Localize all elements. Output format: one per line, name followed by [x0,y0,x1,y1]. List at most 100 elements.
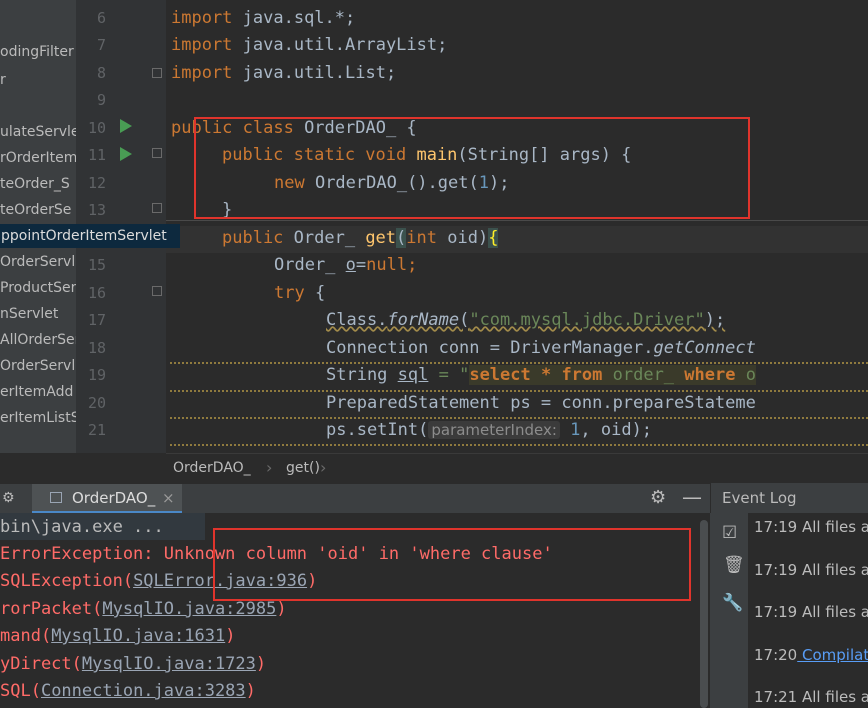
line-number: 17 [87,311,106,329]
tab-run-orderdao[interactable]: OrderDAO_ × [32,484,182,514]
code-text: = [355,255,367,275]
event-log-entry: 17:19 All files ar [754,603,868,621]
tree-item[interactable]: teOrderSe [0,198,71,222]
code-text: String [326,365,398,385]
event-log-entry: 17:19 All files ar [754,561,868,579]
code-text: java.sql.*; [232,8,356,28]
code-text: ( [459,310,470,330]
number-literal: 1 [559,420,581,440]
console-scrollbar[interactable] [700,520,708,708]
keyword: public [222,228,284,248]
code-text: java.util.List; [232,63,397,83]
warning-underline [170,440,868,446]
console-text: ) [245,681,256,701]
warning-underline [170,386,868,392]
fold-icon[interactable] [152,203,162,213]
run-class-icon[interactable] [120,119,132,133]
line-number: 21 [87,421,106,439]
code-text: { [304,283,326,303]
tree-item[interactable]: teOrder_S [0,172,70,196]
tree-item[interactable]: odingFilter [0,40,74,64]
tree-item[interactable]: erItemAdd [0,380,73,404]
keyword: int [406,228,437,248]
tree-item[interactable]: nServlet [0,302,58,326]
breadcrumb-separator-icon: › [266,458,273,477]
code-text: sql [397,365,429,385]
close-icon[interactable]: × [162,489,175,507]
code-text: Order_ [283,228,366,248]
event-log-entry: 17:20 Compilatio [754,646,868,664]
line-number: 16 [87,284,106,302]
event-log-entry: 17:21 All files ar [754,688,868,706]
console-line: yDirect(MysqlIO.java:1723) [0,651,266,678]
tree-item[interactable]: r [0,68,6,92]
warning-underline [170,358,868,364]
line-number: 15 [87,256,106,274]
line-number: 18 [87,339,106,357]
wrench-icon[interactable]: 🔧 [722,593,743,613]
stacktrace-link[interactable]: MysqlIO.java:1631 [51,626,225,646]
brace-match: { [488,228,499,248]
annotation-box [213,528,691,601]
code-line: import java.util.ArrayList; [171,32,447,59]
settings-gear-icon[interactable]: ⚙ [650,487,666,508]
stacktrace-link[interactable]: MysqlIO.java:2985 [102,599,276,619]
breadcrumb-class[interactable]: OrderDAO_ [173,460,251,476]
console-text: ) [255,654,267,674]
event-text: All files ar [802,603,868,621]
sql-keyword: select * from [469,365,603,385]
code-text: ); [704,310,726,330]
tree-item[interactable]: OrderServle [0,354,76,378]
tree-item[interactable]: erItemListS [0,406,76,430]
event-time: 17:20 [754,646,798,664]
console-text: mand( [0,626,52,646]
checkbox-icon[interactable]: ☑ [722,523,737,543]
event-time: 17:19 [754,518,798,536]
gear-icon[interactable]: ⚙ [2,490,15,506]
console-text: rorPacket( [0,599,103,619]
trash-icon[interactable]: 🗑 [723,555,745,575]
event-link[interactable]: Compilatio [797,646,868,664]
fold-icon[interactable] [152,148,162,158]
tree-item[interactable]: OrderServle [0,250,76,274]
console-text: ) [276,599,287,619]
code-line: import java.sql.*; [171,5,355,32]
code-text: , oid); [580,420,653,440]
code-text: forName [387,310,460,330]
console-line: bin\java.exe ... [0,514,164,541]
tree-item[interactable]: ulateServle [0,120,76,144]
tab-label: OrderDAO_ [72,489,156,507]
event-text: All files ar [802,518,868,536]
stacktrace-link[interactable]: MysqlIO.java:1723 [82,654,256,674]
event-text: All files ar [802,688,868,706]
line-number: 6 [96,9,106,27]
console-text: SQLException( [0,571,134,591]
minimize-icon[interactable]: — [682,485,702,509]
tree-item[interactable]: ProductSer [0,276,76,300]
console-text: yDirect( [0,654,82,674]
tree-item[interactable]: rOrderItem [0,146,76,170]
parameter-hint: parameterIndex: [428,421,560,439]
stacktrace-link[interactable]: Connection.java:3283 [41,681,246,701]
event-log: 17:19 All files ar 17:19 All files ar 17… [748,513,868,708]
code-text: o [345,255,356,275]
event-log-header: Event Log [710,483,868,513]
keyword: null [366,255,408,275]
code-line: Class.forName("com.mysql.jdbc.Driver"); [326,307,725,334]
fold-icon[interactable] [152,286,162,296]
code-text: Order_ [274,255,346,275]
sql-text: o [735,365,756,385]
fold-icon[interactable] [152,68,162,78]
code-text: getConnect [653,338,756,358]
tree-item-selected[interactable]: ppointOrderItemServlet [0,224,180,248]
breadcrumb-method[interactable]: get() [286,460,320,476]
event-time: 17:21 [754,688,798,706]
line-number: 7 [96,36,106,54]
code-text: Connection conn = DriverManager. [326,338,654,358]
line-number: 9 [96,91,106,109]
run-main-icon[interactable] [120,147,132,161]
code-line: String sql = "select * from order_ where… [326,362,756,389]
tree-item[interactable]: AllOrderSer [0,328,76,352]
run-config-icon [50,492,62,503]
line-number: 11 [87,146,106,164]
